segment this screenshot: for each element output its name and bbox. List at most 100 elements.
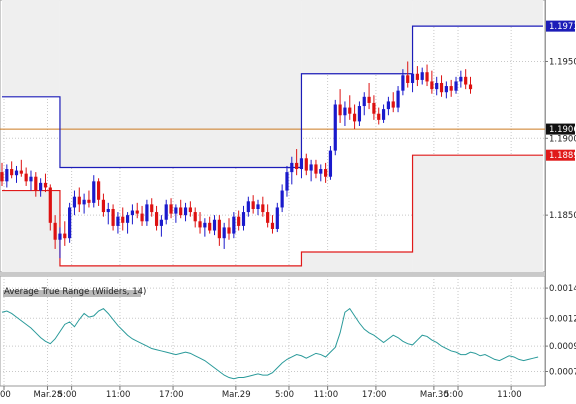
- candle-body: [246, 201, 250, 213]
- candle-body: [299, 158, 304, 170]
- candle-body: [24, 173, 28, 182]
- candle-body: [449, 86, 453, 91]
- candle-body: [116, 216, 120, 226]
- channel-lower-shade: [412, 155, 543, 272]
- price-tick-label: 1.1850: [549, 211, 576, 221]
- indicator-tick-label: 0.00076: [549, 367, 576, 377]
- candle-body: [266, 212, 270, 223]
- candle-body: [406, 75, 410, 83]
- time-tick-label: 5:00: [444, 390, 463, 400]
- candle-body: [48, 187, 52, 223]
- indicator-tick-label: 0.00145: [549, 284, 576, 294]
- time-tick-label: 5:00: [58, 390, 77, 400]
- candle-body: [439, 82, 444, 93]
- candle-body: [198, 221, 202, 228]
- candle-body: [227, 227, 231, 234]
- candle-body: [232, 216, 236, 234]
- candle-body: [19, 170, 23, 174]
- indicator-tick-label: 0.00097: [549, 342, 576, 352]
- candle-body: [150, 204, 154, 213]
- candle: [333, 99, 337, 156]
- candle-body: [425, 72, 429, 82]
- channel-upper-shade: [301, 0, 413, 74]
- candle-body: [396, 90, 400, 108]
- candle-body: [154, 212, 159, 226]
- candle-body: [188, 207, 192, 213]
- candle-body: [237, 216, 241, 226]
- candle-body: [130, 210, 135, 216]
- candle-body: [343, 107, 347, 116]
- candle-body: [39, 182, 43, 191]
- time-tick-label: 17:00: [159, 390, 184, 400]
- channel-upper-shade: [59, 0, 302, 168]
- candle: [328, 145, 333, 180]
- candle-body: [5, 169, 9, 182]
- channel-lower-shade: [59, 265, 302, 272]
- candle-body: [386, 101, 390, 110]
- candle-body: [377, 113, 381, 120]
- candle-body: [212, 219, 217, 231]
- channel-upper-shade: [2, 0, 60, 97]
- candle-body: [275, 207, 279, 229]
- candle-body: [97, 181, 101, 200]
- candle-body: [464, 76, 468, 85]
- candle-body: [72, 196, 77, 208]
- candle-body: [10, 169, 14, 176]
- indicator-title: Average True Range (Wilders, 14): [4, 287, 146, 297]
- candle-body: [222, 227, 226, 239]
- candle-body: [410, 73, 415, 83]
- candle-body: [174, 207, 178, 214]
- candle-body: [430, 81, 434, 90]
- candle-body: [280, 190, 284, 208]
- price-tag-label: 1.1973: [549, 22, 576, 32]
- candle-body: [261, 204, 265, 213]
- candle-body: [444, 86, 448, 93]
- candle-body: [87, 199, 91, 203]
- indicator-tick-label: 0.00120: [549, 314, 576, 324]
- candle-body: [367, 96, 371, 103]
- candle-body: [43, 182, 48, 188]
- candle-body: [319, 169, 323, 174]
- candle-body: [208, 222, 212, 231]
- candle-body: [135, 210, 139, 214]
- candle-body: [459, 76, 463, 82]
- candle-body: [53, 222, 57, 240]
- price-tag-label: 1.1889: [549, 151, 576, 161]
- time-tick-label: 11:00: [314, 390, 339, 400]
- candle-body: [357, 106, 362, 122]
- candle-body: [101, 199, 106, 213]
- price-tick-label: 1.1900: [549, 134, 576, 144]
- candle-body: [164, 204, 168, 220]
- candle-body: [285, 172, 289, 191]
- price-tag-label: 1.1906: [549, 125, 576, 135]
- candle-body: [333, 104, 337, 151]
- price-tick-label: 1.1950: [549, 57, 576, 67]
- chart-window: 1.1950 1.1900 1.1850 1.1973 1.1906 1.1889 0.…: [0, 0, 576, 400]
- candle-body: [111, 208, 115, 226]
- candle-body: [34, 176, 38, 191]
- candle-body: [420, 72, 424, 80]
- candle-body: [145, 204, 149, 222]
- candle-body: [352, 113, 357, 122]
- candle-body: [125, 215, 130, 223]
- time-tick-label: 11:00: [106, 390, 131, 400]
- candle-body: [290, 162, 294, 173]
- candle-body: [193, 212, 197, 222]
- candle-body: [362, 96, 366, 107]
- candle-body: [179, 207, 183, 216]
- candle-body: [314, 164, 318, 174]
- chart-svg: 1.1950 1.1900 1.1850 1.1973 1.1906 1.1889 0.…: [0, 0, 576, 400]
- candle-body: [251, 201, 255, 209]
- candle-body: [454, 81, 458, 91]
- candle-body: [68, 207, 72, 239]
- candle-body: [415, 73, 419, 80]
- time-tick-label: 00: [0, 390, 11, 400]
- candle-body: [159, 219, 163, 226]
- candle-body: [304, 158, 308, 171]
- candle-body: [0, 172, 4, 182]
- candle-body: [169, 204, 173, 214]
- panel-divider: [0, 272, 576, 276]
- channel-upper-shade: [412, 0, 543, 27]
- candle-body: [468, 84, 473, 90]
- candle-body: [121, 216, 125, 223]
